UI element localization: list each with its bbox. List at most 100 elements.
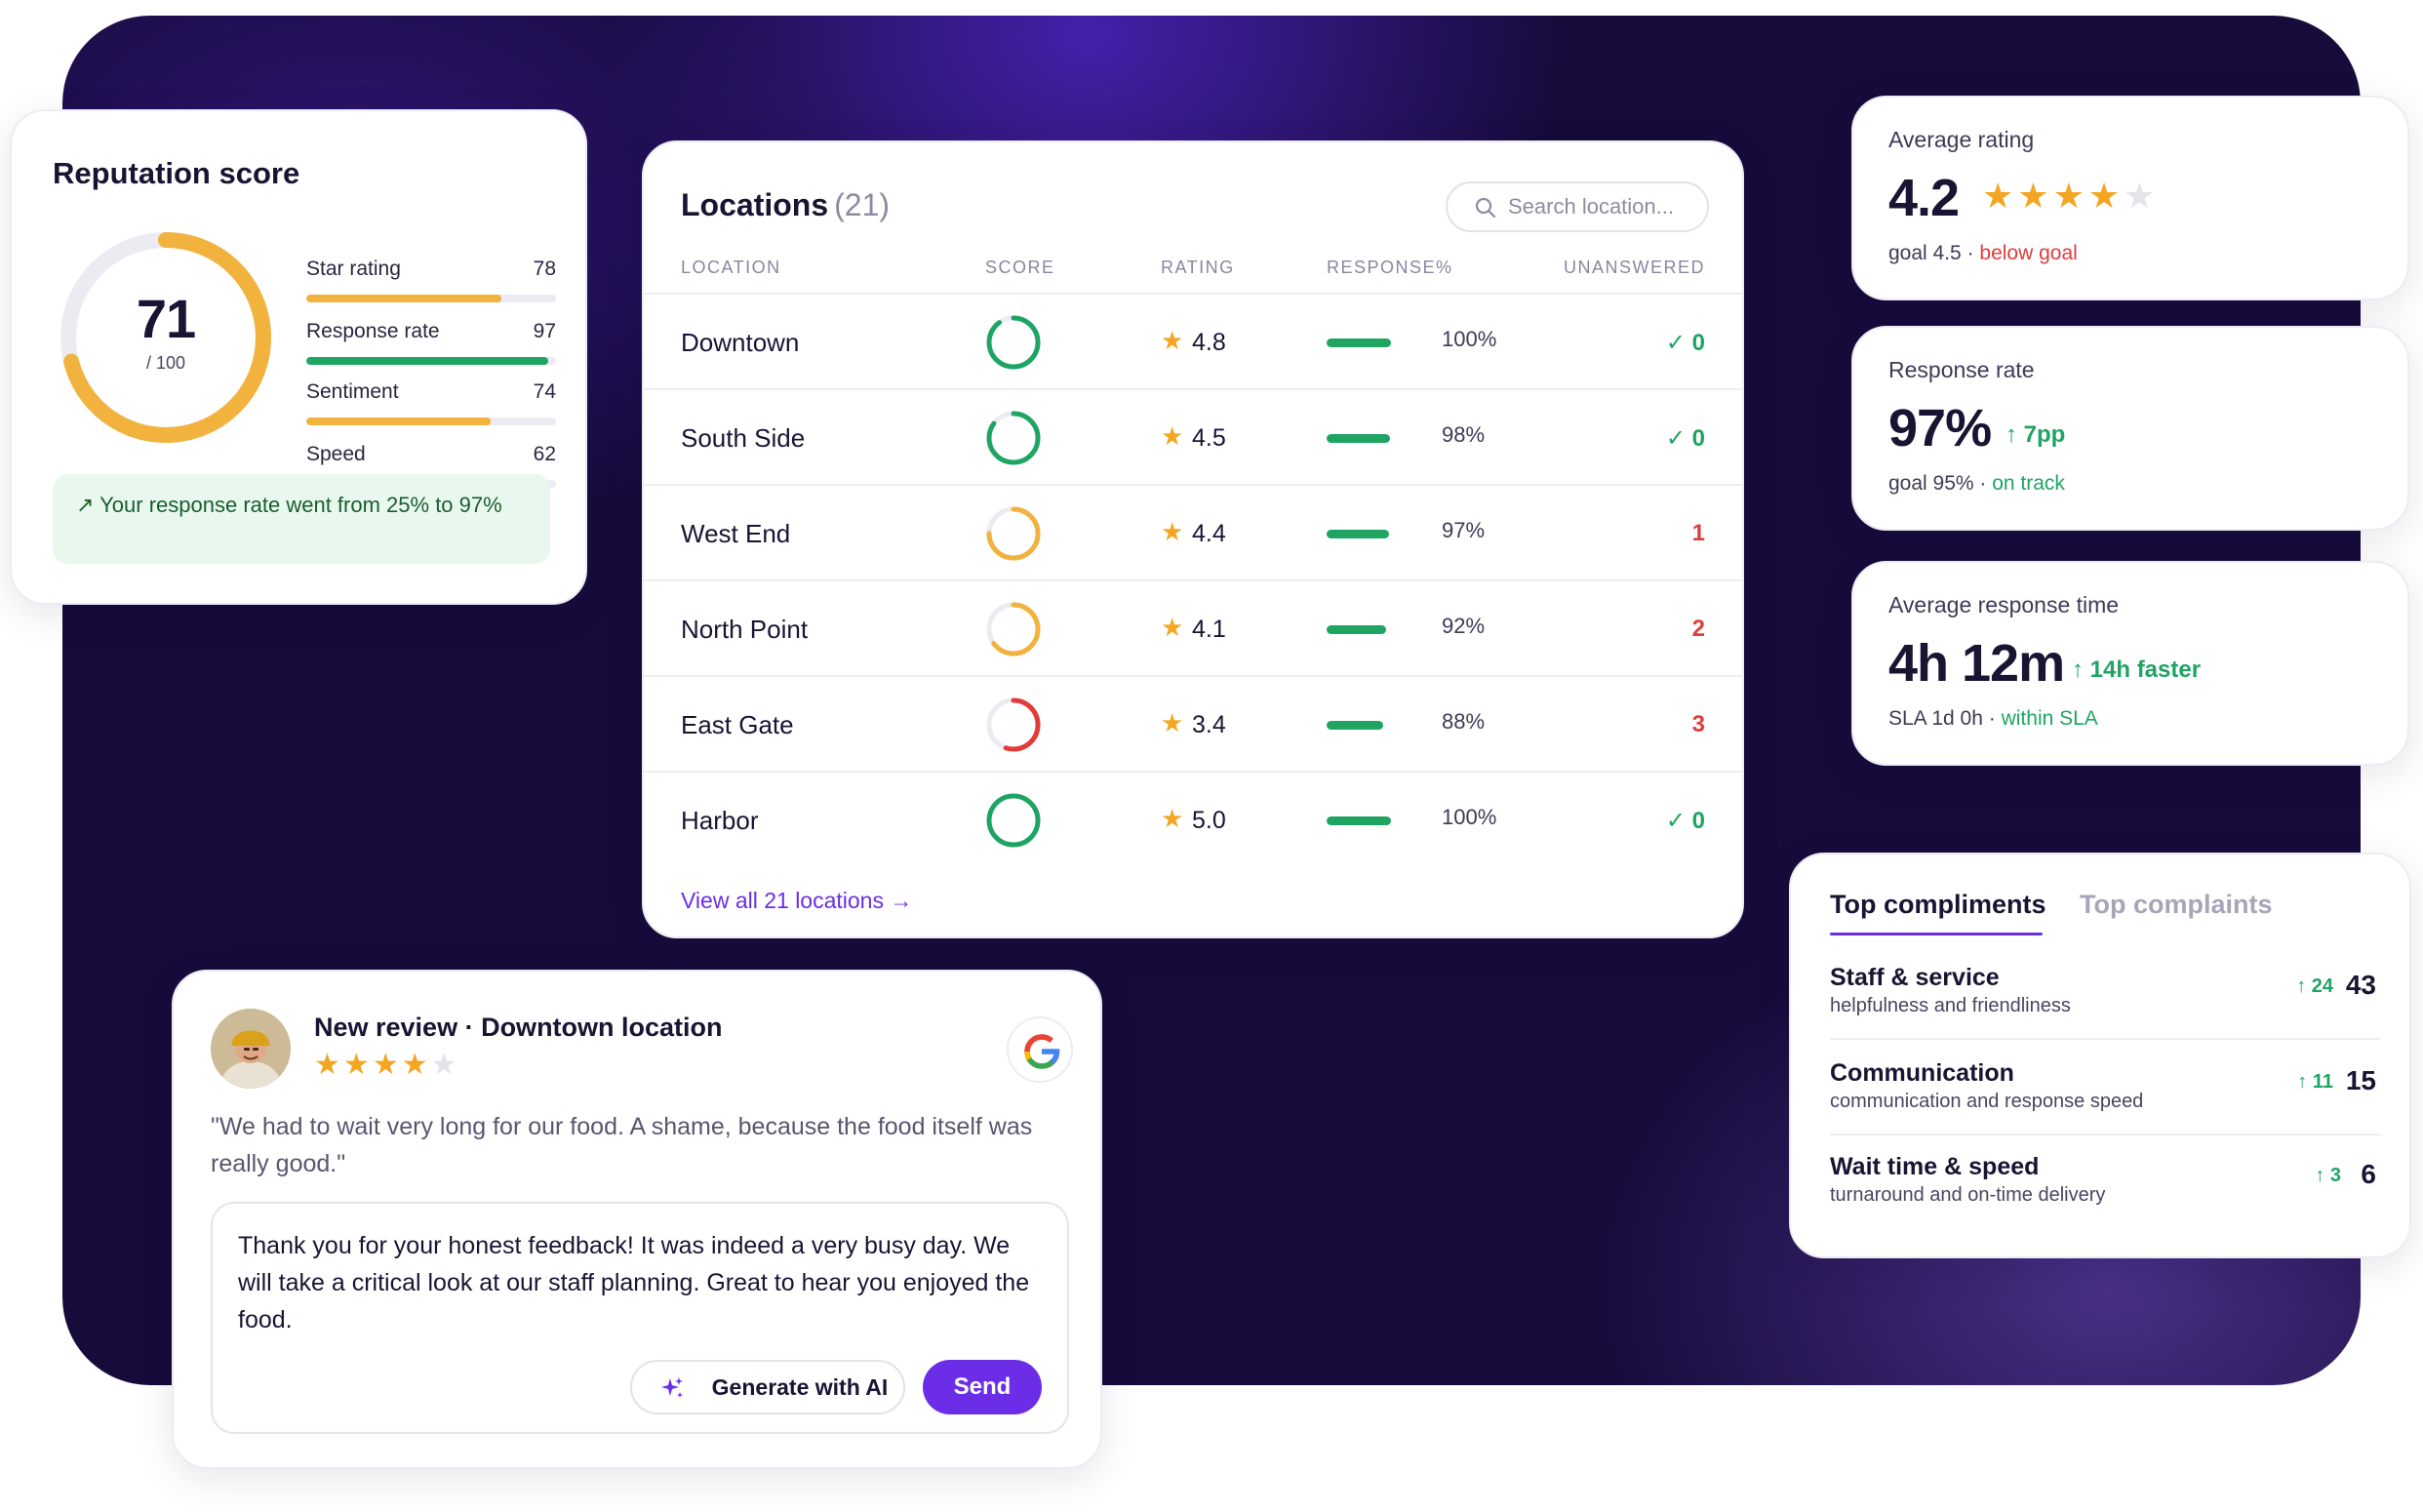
kpi-goal-text: goal 4.5 · [1888,242,1980,264]
unanswered-count: 1 [1691,520,1705,546]
list-item[interactable]: Staff & service helpfulness and friendli… [1830,964,2380,1057]
star-icon: ★ [1161,326,1184,355]
unanswered-count: 3 [1691,711,1705,737]
kpi-goal: goal 95% · on track [1888,472,2065,496]
locations-title: Locations (21) [681,187,890,223]
location-rating: 3.4 [1192,711,1226,738]
kpi-title: Response rate [1888,357,2035,382]
location-name: Harbor [681,806,759,835]
kpi-goal-status: below goal [1979,242,2078,264]
location-name: South Side [681,423,806,453]
topic-subtitle: turnaround and on-time delivery [1830,1184,2106,1206]
tab-top-compliments[interactable]: Top compliments [1830,890,2046,920]
kpi-value: 97% [1888,399,1992,458]
reply-text[interactable]: Thank you for your honest feedback! It w… [238,1227,1048,1338]
response-bar [1327,338,1391,347]
response-bar [1327,434,1390,443]
search-placeholder: Search location... [1508,194,1674,219]
star-icon: ★ [2124,176,2160,216]
table-row[interactable]: West End ★ 4.4 97% 1 [644,484,1742,579]
location-rating: 4.4 [1192,520,1226,547]
topic-subtitle: helpfulness and friendliness [1830,995,2071,1016]
new-review-card: New review · Downtown location ★★★★★ "We… [172,970,1102,1469]
response-bar [1327,530,1390,538]
generate-with-ai-label: Generate with AI [711,1374,889,1400]
feedback-topics-card: Top compliments Top complaints Staff & s… [1789,853,2411,1258]
sparkle-icon [661,1377,683,1398]
generate-with-ai-button[interactable]: Generate with AI [630,1360,905,1414]
star-icon: ★ [372,1049,402,1081]
table-row[interactable]: South Side ★ 4.5 98% ✓ 0 [644,388,1742,484]
search-icon [1475,197,1496,219]
metric-bar [306,295,556,302]
metric-bar-fill [306,357,549,365]
table-row[interactable]: North Point ★ 4.1 92% 2 [644,579,1742,675]
table-row[interactable]: Harbor ★ 5.0 100% ✓ 0 [644,771,1742,866]
response-rate-card: Response rate 97% ↑ 7pp goal 95% · on tr… [1851,326,2409,531]
star-icon: ★ [1161,804,1184,833]
kpi-goal-text: goal 95% · [1888,472,1993,495]
topic-delta: ↑ 3 [2315,1165,2341,1186]
list-item[interactable]: Wait time & speed turnaround and on-time… [1830,1153,2380,1247]
star-icon: ★ [430,1049,460,1081]
reviewer-avatar-icon [211,1009,291,1089]
response-percent: 92% [1442,614,1486,638]
topic-title: Communication [1830,1059,2014,1087]
average-rating-card: Average rating 4.2 ★★★★★ goal 4.5 · belo… [1851,96,2409,300]
kpi-goal: SLA 1d 0h · within SLA [1888,707,2098,731]
locations-title-text: Locations [681,187,829,222]
location-name: North Point [681,615,809,644]
location-rating: 5.0 [1192,807,1226,834]
send-button[interactable]: Send [923,1360,1042,1414]
review-heading: New review · Downtown location [314,1013,723,1042]
unanswered-count: ✓ 0 [1665,808,1705,834]
column-header-location[interactable]: LOCATION [681,258,781,278]
metric-label: Response rate [306,320,440,342]
review-quote: "We had to wait very long for our food. … [211,1113,1033,1177]
topic-count: 43 [2345,970,2376,1000]
metric-value: 74 [533,380,556,403]
column-header-response[interactable]: RESPONSE% [1327,258,1453,278]
response-bar [1327,816,1391,825]
kpi-delta: ↑ 7pp [2006,421,2066,448]
table-row[interactable]: Downtown ★ 4.8 100% ✓ 0 [644,293,1742,388]
star-icon: ★ [342,1049,373,1081]
location-name: West End [681,519,791,548]
column-header-rating[interactable]: RATING [1161,258,1235,278]
star-icon: ★ [1161,421,1184,451]
location-rating: 4.1 [1192,616,1226,643]
google-logo-icon [1024,1034,1060,1069]
topic-subtitle: communication and response speed [1830,1091,2144,1112]
view-all-locations-link[interactable]: View all 21 locations → [681,888,912,914]
review-star-icons: ★★★★★ [314,1048,460,1082]
location-rating: 4.8 [1192,329,1226,356]
topic-delta: ↑ 24 [2296,975,2333,997]
kpi-goal-status: on track [1992,472,2065,495]
star-icon: ★ [1161,708,1184,737]
topic-count: 15 [2345,1065,2376,1095]
table-row[interactable]: East Gate ★ 3.4 88% 3 [644,675,1742,771]
response-time-card: Average response time 4h 12m ↑ 14h faste… [1851,561,2409,766]
column-header-score[interactable]: SCORE [985,258,1055,278]
kpi-value: 4h 12m [1888,634,2065,693]
star-icon: ★ [1161,517,1184,546]
metric-bar [306,357,556,365]
metric-label: Star rating [306,258,401,280]
reputation-title: Reputation score [53,156,300,190]
response-bar [1327,721,1384,730]
score-ring [986,506,1041,561]
list-item[interactable]: Communication communication and response… [1830,1059,2380,1153]
score-ring [986,793,1041,848]
star-icon: ★ [1982,176,2018,216]
score-ring [986,602,1041,657]
response-bar [1327,625,1386,634]
score-ring [986,315,1041,370]
response-percent: 97% [1442,518,1486,542]
column-header-unanswered[interactable]: UNANSWERED [1564,258,1705,278]
tab-top-complaints[interactable]: Top complaints [2080,890,2273,920]
google-icon [1007,1016,1073,1083]
reply-textarea[interactable]: Thank you for your honest feedback! It w… [211,1202,1069,1434]
topic-count: 6 [2361,1159,2376,1189]
topic-title: Staff & service [1830,964,2000,991]
search-location-input[interactable]: Search location... [1446,181,1709,232]
